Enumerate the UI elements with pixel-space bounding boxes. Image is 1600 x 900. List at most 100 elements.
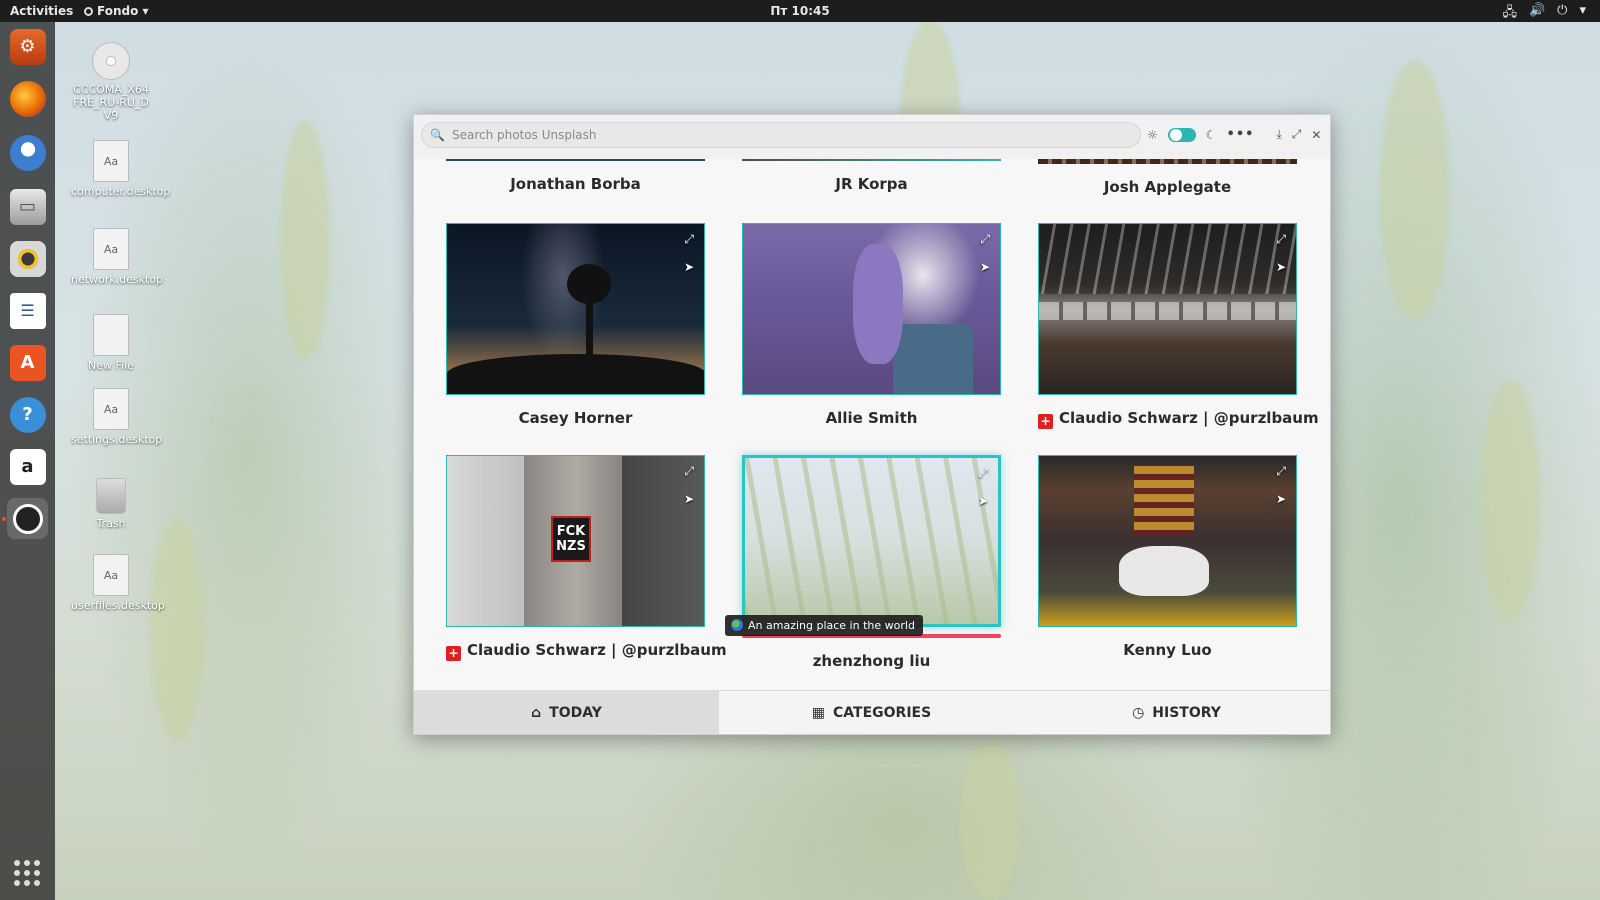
photo-card[interactable]: ⤢ ➤ Kenny Luo [1038,455,1297,659]
photographer-name: zhenzhong liu [812,652,931,670]
photographer-name: Allie Smith [825,409,918,427]
photo-card[interactable]: JR Korpa [742,175,1001,193]
dock-item-writer[interactable]: ☰ [7,290,48,331]
photo-grid: Jonathan Borba JR Korpa Josh Applegate ⤢… [414,159,1330,690]
set-wallpaper-icon[interactable]: ➤ [1276,260,1286,274]
rhythmbox-icon [9,240,46,277]
power-icon[interactable]: ⏻ [1557,3,1567,25]
dark-mode-toggle[interactable] [1167,127,1196,142]
set-wallpaper-icon[interactable]: ➤ [978,494,988,508]
tab-categories[interactable]: ▦ CATEGORIES [719,691,1024,734]
fullscreen-icon[interactable]: ⤢ [1292,127,1302,142]
show-applications-button[interactable] [14,860,40,886]
photo-card[interactable]: FCK NZS ⤢ ➤ + Claudio Schwarz | @purzlbaum [446,455,727,661]
photo-card[interactable]: Jonathan Borba [446,175,705,193]
desktop-icon-userfiles[interactable]: Aa userfiles.desktop [71,554,165,612]
sticker-shape: FCK NZS [551,516,591,562]
set-wallpaper-icon[interactable]: ➤ [1276,492,1286,506]
set-wallpaper-icon[interactable]: ➤ [684,492,694,506]
photographer-name: Jonathan Borba [510,175,641,193]
wallpaper-stalk [960,740,1020,900]
desktop-icon-new-file[interactable]: New File [71,314,151,372]
desktop-icon-settings[interactable]: Aa settings.desktop [71,388,163,446]
photo-thumbnail[interactable]: ⤢ ➤ [446,223,705,395]
tab-label: HISTORY [1152,705,1221,721]
photo-card-selected[interactable]: ⤢ ➤ zhenzhong liu [742,455,1001,670]
blank-file-icon [93,314,129,356]
photo-card[interactable]: ⤢ ➤ Casey Horner [446,223,705,427]
set-wallpaper-icon[interactable]: ➤ [684,260,694,274]
photo-card[interactable]: Josh Applegate [1038,178,1297,196]
dock-item-files[interactable]: ▭ [7,186,48,227]
dock-item-rhythmbox[interactable] [7,238,48,279]
photo-thumbnail[interactable]: ⤢ ➤ [742,455,1001,627]
expand-icon[interactable]: ⤢ [684,232,694,247]
photographer-name: Josh Applegate [1103,178,1232,196]
dock-item-thunderbird[interactable] [7,132,48,173]
desktop-icon-label: settings.desktop [71,433,163,446]
swiss-flag-icon: + [1038,414,1053,429]
bottom-tabs: ⌂ TODAY ▦ CATEGORIES ◷ HISTORY [414,690,1330,734]
desktop-icon-dvd[interactable]: CCCOMA_X64FRE_RU-RU_DV9 [71,42,151,122]
system-tray[interactable]: 🖧 🔊 ⏻ ▾ [1502,3,1586,25]
desktop-icon-network[interactable]: Aa network.desktop [71,228,163,286]
dock-item-amazon[interactable]: a [7,446,48,487]
clock[interactable]: Пт 10:45 [0,4,1600,18]
top-bar: Activities Fondo ▾ Пт 10:45 🖧 🔊 ⏻ ▾ [0,0,1600,22]
grid-icon: ▦ [811,705,826,721]
set-wallpaper-icon[interactable]: ➤ [980,260,990,274]
home-icon: ⌂ [531,705,542,721]
expand-icon[interactable]: ⤢ [1276,232,1286,247]
globe-icon [731,619,743,631]
lavender-bouquet-shape [853,244,903,364]
dock-item-help[interactable]: ? [7,394,48,435]
fondo-icon [12,503,43,534]
desktop-icon-label: computer.desktop [71,185,171,198]
photo-thumb-partial[interactable] [1038,159,1297,164]
photographer-name: JR Korpa [835,175,908,193]
close-icon[interactable]: ✕ [1311,128,1321,142]
network-icon[interactable]: 🖧 [1502,3,1517,25]
tab-today[interactable]: ⌂ TODAY [414,691,719,734]
photo-thumbnail[interactable]: ⤢ ➤ [742,223,1001,395]
desktop-icon-label: New File [88,359,134,372]
shop-lights-shape [1134,466,1194,536]
activities-button[interactable]: Activities [10,4,73,18]
photo-thumb-partial[interactable] [446,159,705,161]
search-input[interactable] [450,127,1134,143]
dock-item-installer[interactable]: ⚙ [7,26,48,67]
tab-history[interactable]: ◷ HISTORY [1024,691,1329,734]
photo-thumbnail[interactable]: FCK NZS ⤢ ➤ [446,455,705,627]
photo-card[interactable]: ⤢ ➤ + Claudio Schwarz | @purzlbaum [1038,223,1319,429]
volume-icon[interactable]: 🔊 [1529,3,1545,25]
photographer-name: Kenny Luo [1123,641,1212,659]
photo-thumb-partial[interactable] [742,159,1001,161]
photographer-name: + Claudio Schwarz | @purzlbaum [1038,409,1319,429]
expand-icon[interactable]: ⤢ [980,232,990,247]
desktop-icon-computer[interactable]: Aa computer.desktop [71,140,171,198]
photo-card[interactable]: ⤢ ➤ Allie Smith [742,223,1001,427]
expand-icon[interactable]: ⤢ [1276,464,1286,479]
dock-item-software[interactable]: A [7,342,48,383]
expand-icon[interactable]: ⤢ [978,466,988,481]
expand-icon[interactable]: ⤢ [684,464,694,479]
photo-tooltip: An amazing place in the world [725,615,923,636]
photo-thumbnail[interactable]: ⤢ ➤ [1038,223,1297,395]
dock-item-fondo[interactable] [7,498,48,539]
search-icon: 🔍 [430,128,445,142]
download-icon[interactable]: ⤓ [1276,127,1281,142]
desktop-icon-label: userfiles.desktop [71,599,165,612]
fondo-window: 🔍 ☼ ☾ ••• ⤓ ⤢ ✕ Jonathan Borba JR Korpa … [413,114,1331,735]
header-bar: 🔍 ☼ ☾ ••• ⤓ ⤢ ✕ [414,115,1330,159]
tree-shape [567,264,611,304]
search-box[interactable]: 🔍 [421,122,1141,148]
chevron-down-icon[interactable]: ▾ [1579,3,1586,25]
dock-item-firefox[interactable] [7,78,48,119]
app-menu[interactable]: Fondo ▾ [84,4,149,18]
desktop-icon-trash[interactable]: Trash [71,478,151,530]
text-file-icon: Aa [93,140,129,182]
photo-thumbnail[interactable]: ⤢ ➤ [1038,455,1297,627]
wallpaper-stalk [1380,60,1450,320]
amazon-icon: a [9,448,46,485]
more-menu-icon[interactable]: ••• [1227,127,1255,142]
